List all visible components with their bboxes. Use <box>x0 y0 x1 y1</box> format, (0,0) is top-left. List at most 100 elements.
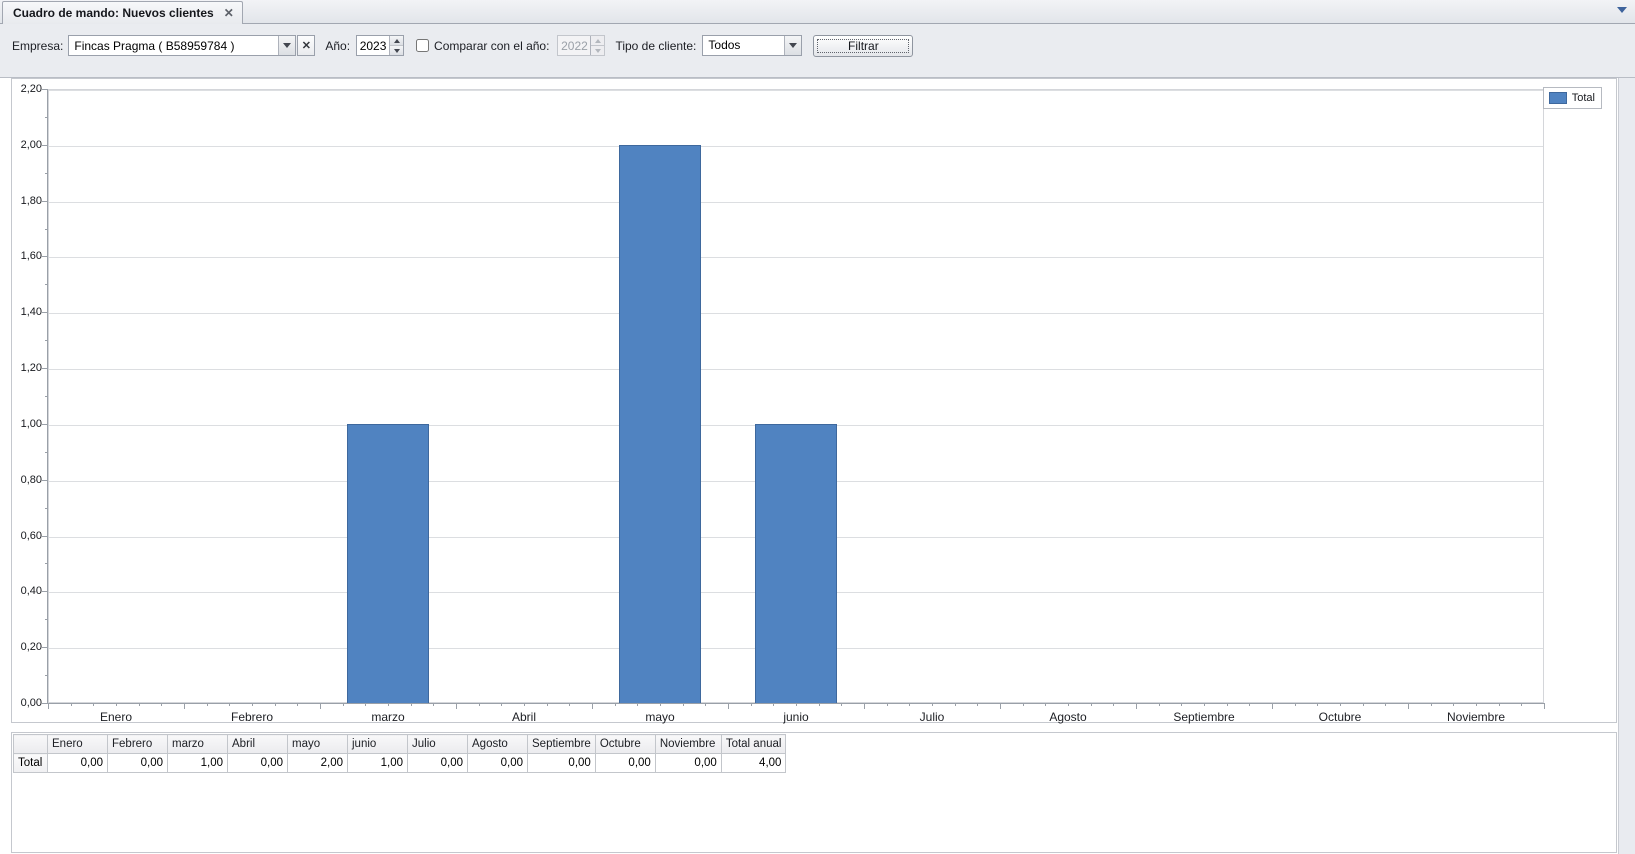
filter-toolbar: Empresa: ✕ Año: Comparar con el año: <box>0 24 1635 78</box>
y-axis-tick-label: 1,00 <box>20 417 42 430</box>
app-window: Cuadro de mando: Nuevos clientes ✕ Empre… <box>0 0 1635 854</box>
y-axis-tick-label: 1,20 <box>20 362 42 375</box>
y-axis-tick-label: 0,60 <box>20 529 42 542</box>
x-axis-label: Agosto <box>1049 710 1087 724</box>
y-axis-tick <box>42 535 48 537</box>
tipo-cliente-combobox[interactable]: Todos <box>702 35 803 56</box>
table-header-cell: mayo <box>287 734 348 754</box>
table-cell: 2,00 <box>287 753 348 773</box>
tipo-cliente-label: Tipo de cliente: <box>615 38 697 53</box>
spin-down-icon[interactable] <box>390 46 404 55</box>
x-axis-minor-tick <box>501 703 503 706</box>
x-axis-minor-tick <box>1476 703 1477 706</box>
tab-cuadro-de-mando[interactable]: Cuadro de mando: Nuevos clientes ✕ <box>2 1 243 24</box>
x-axis-tick <box>1544 703 1545 709</box>
spin-up-icon[interactable] <box>390 36 404 46</box>
empresa-clear-button[interactable]: ✕ <box>297 35 316 56</box>
x-axis-minor-tick <box>977 703 979 706</box>
tab-list-dropdown-icon[interactable] <box>1617 7 1627 13</box>
y-axis-tick-label: 0,40 <box>20 585 42 598</box>
table-cell: 1,00 <box>167 753 228 773</box>
gridline <box>49 201 1543 203</box>
table-cell: 1,00 <box>347 753 408 773</box>
x-axis-minor-tick <box>1158 703 1160 706</box>
table-cell: 0,00 <box>407 753 468 773</box>
x-axis-minor-tick <box>1385 703 1387 706</box>
y-axis-tick <box>42 479 48 481</box>
y-axis-tick <box>42 89 48 90</box>
filtrar-button-label: Filtrar <box>848 38 879 53</box>
y-axis-minor-tick <box>45 228 48 230</box>
close-icon[interactable]: ✕ <box>224 7 234 19</box>
table-header-cell: Noviembre <box>654 734 722 754</box>
x-axis-minor-tick <box>546 703 548 706</box>
table-header-cell: Agosto <box>467 734 528 754</box>
y-axis-tick <box>42 647 48 649</box>
tab-bar: Cuadro de mando: Nuevos clientes ✕ <box>0 0 1635 24</box>
x-axis-minor-tick <box>274 703 276 706</box>
comparar-spin-buttons <box>590 36 605 55</box>
spin-down-icon <box>591 46 605 55</box>
x-axis-tick <box>1408 703 1409 709</box>
tipo-cliente-value: Todos <box>708 38 741 52</box>
y-axis-tick <box>42 256 48 258</box>
x-axis-tick <box>1272 703 1273 709</box>
x-axis-label: Septiembre <box>1173 710 1235 724</box>
table-header-cell: Julio <box>407 734 468 754</box>
table-cell: 4,00 <box>720 753 787 773</box>
comparar-anio-input <box>558 36 591 55</box>
tipo-cliente-dropdown-button[interactable] <box>784 36 802 55</box>
y-axis-tick-label: 2,00 <box>20 138 42 151</box>
x-axis-minor-tick <box>252 703 253 706</box>
bar <box>619 144 701 703</box>
gridline <box>49 90 1543 91</box>
empresa-dropdown-button[interactable] <box>278 36 296 55</box>
summary-table: Enero Febrero marzo Abril mayo junio Julio Agos… <box>13 734 787 773</box>
table-cell: 0,00 <box>594 753 656 773</box>
y-axis-tick <box>42 144 48 146</box>
x-axis-tick <box>456 703 457 709</box>
table-cell: 0,00 <box>467 753 528 773</box>
x-axis-label: Febrero <box>230 710 274 724</box>
empresa-combobox[interactable] <box>68 35 297 56</box>
empresa-input[interactable] <box>69 36 279 55</box>
filtrar-button[interactable]: Filtrar <box>813 34 914 57</box>
y-axis-minor-tick <box>45 507 48 509</box>
right-splitter[interactable] <box>1618 78 1635 854</box>
y-axis-tick-label: 0,80 <box>20 473 42 486</box>
anio-input[interactable] <box>357 36 390 55</box>
x-axis-minor-tick <box>569 703 571 706</box>
x-axis-minor-tick <box>1498 703 1500 706</box>
x-axis-minor-tick <box>297 703 299 706</box>
gridline <box>49 257 1543 259</box>
x-axis-tick <box>320 703 321 709</box>
table-header-cell: Abril <box>227 734 288 754</box>
y-axis-tick-label: 1,80 <box>20 194 42 207</box>
legend-swatch-total <box>1548 92 1567 104</box>
comparar-checkbox[interactable] <box>416 39 430 52</box>
x-axis-minor-tick <box>773 703 775 706</box>
table-row: Total 0,00 0,00 1,00 0,00 2,00 1,00 0,00 0,00 0,0… <box>13 753 787 773</box>
y-axis-minor-tick <box>45 340 48 342</box>
x-axis-minor-tick <box>410 703 412 706</box>
y-axis-tick <box>42 423 48 425</box>
table-cell: 0,00 <box>654 753 722 773</box>
x-axis-minor-tick <box>1045 703 1047 706</box>
x-axis-minor-tick <box>1294 703 1296 706</box>
x-axis-label: junio <box>783 710 809 724</box>
x-axis-minor-tick <box>818 703 820 706</box>
x-axis-label: marzo <box>371 710 405 724</box>
x-axis-label: mayo <box>645 710 675 724</box>
x-axis-minor-tick <box>1068 703 1069 706</box>
x-axis-minor-tick <box>478 703 480 706</box>
x-axis-minor-tick <box>750 703 752 706</box>
y-axis-minor-tick <box>45 116 48 118</box>
y-axis-tick <box>42 368 48 370</box>
x-axis-tick <box>864 703 865 709</box>
anio-spinner[interactable] <box>356 35 405 56</box>
chevron-down-icon <box>283 43 292 48</box>
y-axis-minor-tick <box>45 396 48 397</box>
chart-panel: Total 0,00 0,20 0,40 0,60 0,80 1,00 1,20 1,40 1,… <box>11 78 1617 724</box>
x-axis-minor-tick <box>1090 703 1092 706</box>
y-axis-minor-tick <box>45 563 48 565</box>
